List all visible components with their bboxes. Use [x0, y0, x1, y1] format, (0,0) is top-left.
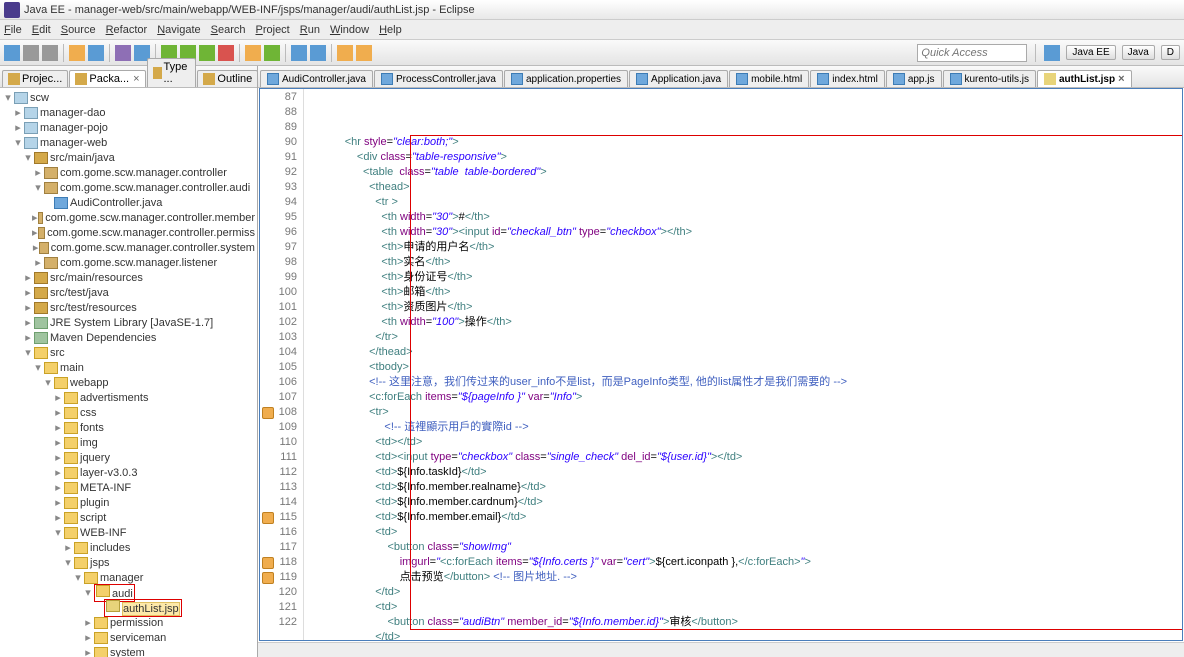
tree-item[interactable]: ▸img [2, 435, 255, 450]
tree-item[interactable]: ▸src/main/resources [2, 270, 255, 285]
tree-item[interactable]: ▸css [2, 405, 255, 420]
code-content[interactable]: <hr style="clear:both;"> <div class="tab… [304, 89, 1182, 640]
tree-item[interactable]: ▸serviceman [2, 630, 255, 645]
perspective-javaee[interactable]: Java EE [1066, 45, 1115, 60]
tree-item[interactable]: ▸system [2, 645, 255, 657]
menu-file[interactable]: File [4, 24, 22, 36]
tree-item[interactable]: ▸includes [2, 540, 255, 555]
tree-item[interactable]: ▸META-INF [2, 480, 255, 495]
view-tab-projec[interactable]: Projec... [2, 70, 68, 87]
tree-item[interactable]: ▸advertisments [2, 390, 255, 405]
quick-access-input[interactable] [917, 44, 1027, 62]
tree-item[interactable]: ▸fonts [2, 420, 255, 435]
package-explorer-tree[interactable]: ▾scw▸manager-dao▸manager-pojo▾manager-we… [0, 88, 257, 657]
view-tab-outline[interactable]: Outline [197, 70, 258, 87]
new-package-icon[interactable] [245, 45, 261, 61]
editor-tab[interactable]: mobile.html [729, 70, 809, 87]
left-panel: Projec...Packa... ×Type ...Outline ▾scw▸… [0, 66, 258, 657]
view-tab-type[interactable]: Type ... [147, 58, 197, 87]
menu-navigate[interactable]: Navigate [157, 24, 200, 36]
tree-item[interactable]: ▸com.gome.scw.manager.controller.system [2, 240, 255, 255]
tree-item[interactable]: ▸com.gome.scw.manager.controller.permiss [2, 225, 255, 240]
tree-item[interactable]: ▸manager-dao [2, 105, 255, 120]
tree-item[interactable]: ▾com.gome.scw.manager.controller.audi [2, 180, 255, 195]
tree-item[interactable]: ▾WEB-INF [2, 525, 255, 540]
editor-tab[interactable]: Application.java [629, 70, 728, 87]
tree-item[interactable]: authList.jsp [2, 600, 255, 615]
view-tab-packa[interactable]: Packa... × [69, 70, 145, 87]
view-tabs[interactable]: Projec...Packa... ×Type ...Outline [0, 66, 257, 88]
annotation-icon[interactable] [310, 45, 326, 61]
window-title: Java EE - manager-web/src/main/webapp/WE… [24, 4, 475, 16]
menu-search[interactable]: Search [211, 24, 246, 36]
horizontal-scrollbar[interactable] [258, 642, 1184, 657]
tree-item[interactable]: ▸src/test/resources [2, 300, 255, 315]
wizard-icon[interactable] [115, 45, 131, 61]
tree-item[interactable]: ▸Maven Dependencies [2, 330, 255, 345]
editor-tab[interactable]: authList.jsp × [1037, 70, 1132, 87]
tree-item[interactable]: ▸layer-v3.0.3 [2, 465, 255, 480]
editor-tabs[interactable]: AudiController.javaProcessController.jav… [258, 66, 1184, 88]
tree-item[interactable]: ▸manager-pojo [2, 120, 255, 135]
tree-item[interactable]: ▸com.gome.scw.manager.controller.member [2, 210, 255, 225]
tree-item[interactable]: ▸com.gome.scw.manager.controller [2, 165, 255, 180]
tree-item[interactable]: ▸JRE System Library [JavaSE-1.7] [2, 315, 255, 330]
editor-area: AudiController.javaProcessController.jav… [258, 66, 1184, 657]
save-icon[interactable] [23, 45, 39, 61]
forward-icon[interactable] [356, 45, 372, 61]
run-last-icon[interactable] [199, 45, 215, 61]
eclipse-icon [4, 2, 20, 18]
window-titlebar: Java EE - manager-web/src/main/webapp/WE… [0, 0, 1184, 20]
menu-window[interactable]: Window [330, 24, 369, 36]
tree-item[interactable]: ▸script [2, 510, 255, 525]
tree-item[interactable]: AudiController.java [2, 195, 255, 210]
tree-item[interactable]: ▾main [2, 360, 255, 375]
tree-item[interactable]: ▾src/main/java [2, 150, 255, 165]
tree-item[interactable]: ▸plugin [2, 495, 255, 510]
tree-item[interactable]: ▾scw [2, 90, 255, 105]
menu-project[interactable]: Project [256, 24, 290, 36]
line-gutter: 8788899091929394959697989910010110210310… [260, 89, 304, 640]
menu-source[interactable]: Source [61, 24, 96, 36]
build-icon[interactable] [69, 45, 85, 61]
tree-item[interactable]: ▸permission [2, 615, 255, 630]
back-icon[interactable] [337, 45, 353, 61]
menu-refactor[interactable]: Refactor [106, 24, 148, 36]
tree-item[interactable]: ▾jsps [2, 555, 255, 570]
editor-tab[interactable]: index.html [810, 70, 885, 87]
tree-item[interactable]: ▸src/test/java [2, 285, 255, 300]
tree-item[interactable]: ▾webapp [2, 375, 255, 390]
new-class-icon[interactable] [264, 45, 280, 61]
code-editor[interactable]: 8788899091929394959697989910010110210310… [259, 88, 1183, 641]
editor-tab[interactable]: ProcessController.java [374, 70, 503, 87]
menu-run[interactable]: Run [300, 24, 320, 36]
editor-tab[interactable]: app.js [886, 70, 942, 87]
tool-icon[interactable] [88, 45, 104, 61]
tree-item[interactable]: ▾manager-web [2, 135, 255, 150]
tree-item[interactable]: ▾src [2, 345, 255, 360]
stop-icon[interactable] [218, 45, 234, 61]
open-perspective-icon[interactable] [1044, 45, 1060, 61]
editor-tab[interactable]: kurento-utils.js [943, 70, 1036, 87]
perspective-d[interactable]: D [1161, 45, 1180, 60]
tree-item[interactable]: ▸com.gome.scw.manager.listener [2, 255, 255, 270]
search-icon[interactable] [291, 45, 307, 61]
new-icon[interactable] [4, 45, 20, 61]
menu-bar[interactable]: File Edit Source Refactor Navigate Search Proj… [0, 20, 1184, 40]
tree-item[interactable]: ▸jquery [2, 450, 255, 465]
perspective-java[interactable]: Java [1122, 45, 1155, 60]
editor-tab[interactable]: application.properties [504, 70, 628, 87]
editor-tab[interactable]: AudiController.java [260, 70, 373, 87]
menu-edit[interactable]: Edit [32, 24, 51, 36]
menu-help[interactable]: Help [379, 24, 402, 36]
save-all-icon[interactable] [42, 45, 58, 61]
